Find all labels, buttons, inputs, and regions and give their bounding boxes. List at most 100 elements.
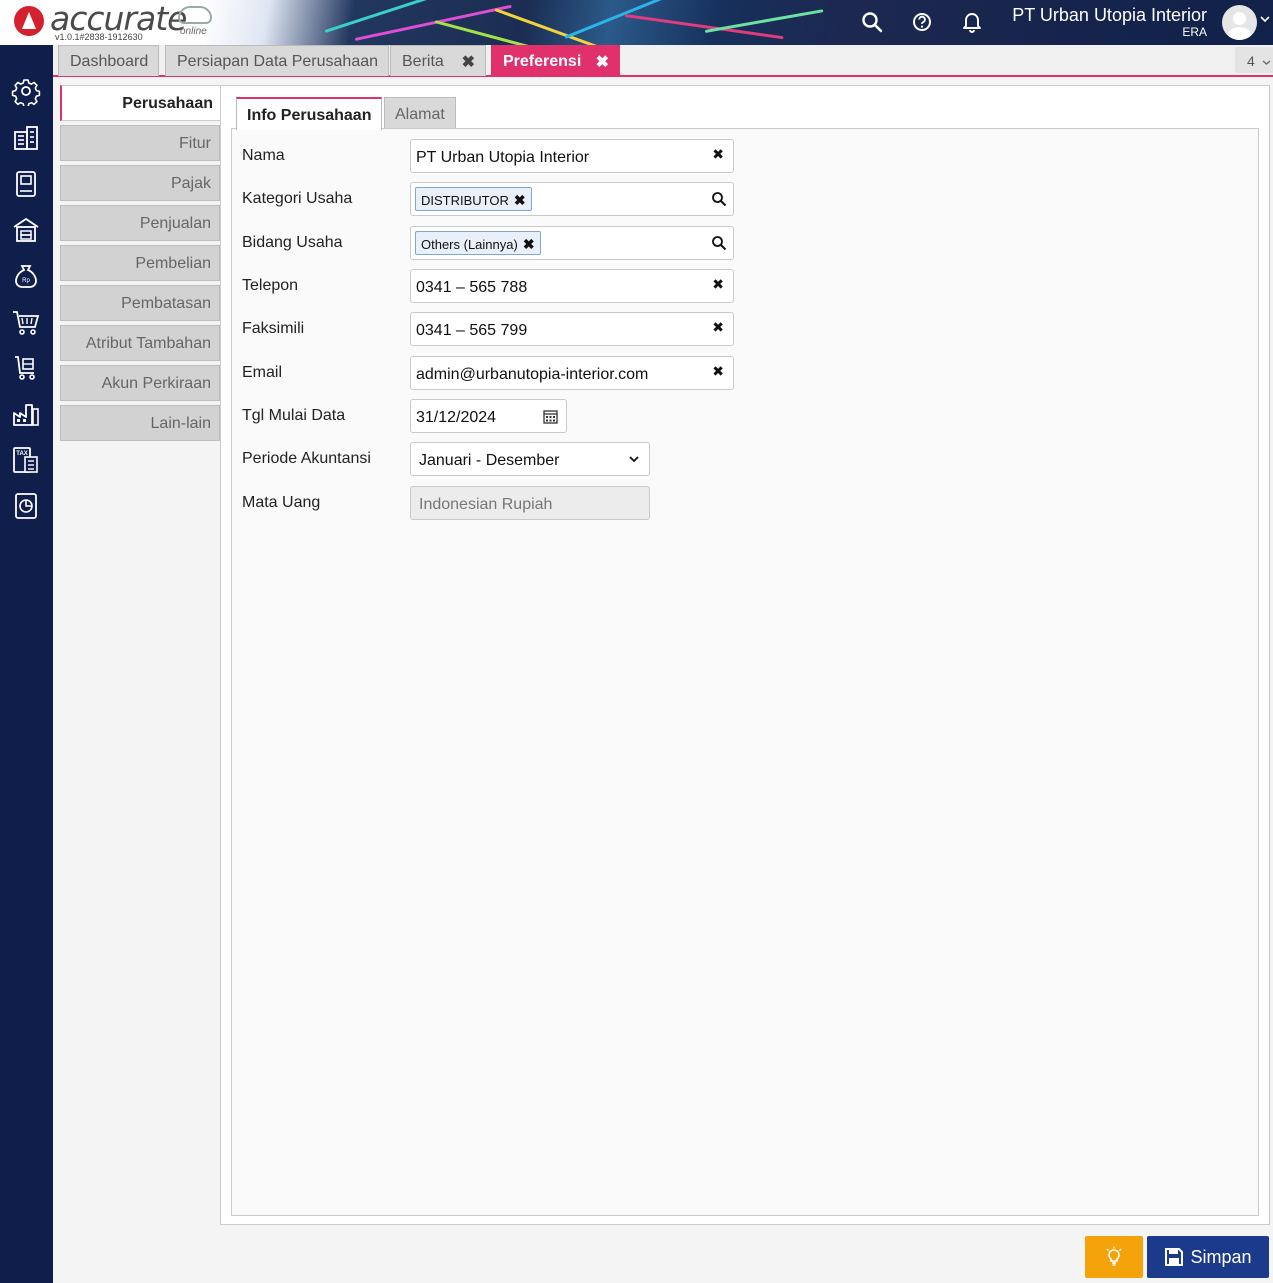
search-icon[interactable] [711,235,727,251]
avatar[interactable] [1222,5,1257,40]
cloud-icon [178,6,212,24]
remove-chip-icon[interactable]: ✖ [523,236,535,252]
start-date-field[interactable] [410,399,567,433]
name-field[interactable]: ✖ [410,139,734,173]
nav-item-pembatasan[interactable]: Pembatasan [60,285,220,321]
gear-icon[interactable] [11,76,41,108]
search-icon[interactable] [859,9,885,35]
close-icon[interactable]: ✖ [596,52,609,72]
close-icon[interactable]: ✖ [462,52,475,72]
nav-label: Penjualan [139,215,211,232]
business-field-field[interactable]: Others (Lainnya) ✖ [410,226,734,260]
nav-item-atribut-tambahan[interactable]: Atribut Tambahan [60,325,220,361]
currency-value: Indonesian Rupiah [419,496,553,513]
svg-text:TAX: TAX [16,451,28,457]
bell-icon[interactable] [959,9,985,35]
business-field-chip: Others (Lainnya) ✖ [415,231,541,255]
remove-chip-icon[interactable]: ✖ [514,192,526,208]
book-icon[interactable] [11,169,41,199]
clear-icon[interactable]: ✖ [712,320,724,336]
phone-input[interactable] [416,279,696,297]
nav-item-perusahaan[interactable]: Perusahaan [60,85,221,121]
money-bag-icon[interactable]: Rp [11,261,41,291]
warehouse-icon[interactable] [11,215,41,245]
currency-field: Indonesian Rupiah [410,486,650,520]
start-date-input[interactable] [416,409,536,427]
name-input[interactable] [416,149,696,167]
company-info-form: Nama ✖ Kategori Usaha DISTRIBUTOR ✖ Bidan… [231,128,1259,1216]
clear-icon[interactable]: ✖ [712,277,724,293]
lightbulb-icon [1106,1246,1122,1266]
sidebar: Rp TAX [0,45,53,1283]
nav-item-penjualan[interactable]: Penjualan [60,205,220,241]
cart-box-icon[interactable] [11,353,41,383]
period-select[interactable]: Januari - Desember [410,442,650,476]
search-icon[interactable] [711,191,727,207]
calendar-icon[interactable] [543,409,558,424]
svg-text:Rp: Rp [22,278,30,284]
logo-subtext: online [180,26,207,37]
nav-label: Atribut Tambahan [85,335,211,352]
nav-item-lain-lain[interactable]: Lain-lain [60,405,220,441]
tab-overflow-menu[interactable]: 4 [1235,47,1273,73]
tab-info-perusahaan[interactable]: Info Perusahaan [236,97,383,130]
clear-icon[interactable]: ✖ [712,147,724,163]
category-label: Kategori Usaha [242,190,353,207]
save-button[interactable]: Simpan [1147,1236,1269,1278]
chevron-down-icon [629,456,639,463]
period-label: Periode Akuntansi [242,450,371,467]
nav-label: Perusahaan [122,95,213,112]
nav-label: Fitur [179,135,211,152]
tab-label: Preferensi [503,53,582,70]
period-value: Januari - Desember [419,452,560,469]
preferences-panel: Info Perusahaan Alamat Nama ✖ Kategori U… [220,85,1270,1225]
nav-item-akun-perkiraan[interactable]: Akun Perkiraan [60,365,220,401]
main-content: Perusahaan Fitur Pajak Penjualan Pembeli… [53,77,1273,1283]
tab-persiapan-data[interactable]: Persiapan Data Perusahaan [165,45,390,76]
help-icon[interactable] [909,9,935,35]
logo[interactable]: accurate online v1.0.1#2838-1912630 [0,0,240,45]
category-chip: DISTRIBUTOR ✖ [415,187,532,211]
chip-label: DISTRIBUTOR [421,193,509,208]
start-date-label: Tgl Mulai Data [242,407,346,424]
logo-mark-icon [14,6,44,36]
fax-input[interactable] [416,322,696,340]
phone-field[interactable]: ✖ [410,269,734,303]
tab-label: Alamat [395,106,445,123]
tax-icon[interactable]: TAX [11,445,41,475]
email-field[interactable]: ✖ [410,356,734,390]
nav-label: Pajak [170,175,211,192]
tab-alamat[interactable]: Alamat [384,97,456,129]
nav-label: Pembelian [135,255,211,272]
clear-icon[interactable]: ✖ [712,364,724,380]
factory-icon[interactable] [11,399,41,429]
cart-icon[interactable] [11,307,41,337]
chevron-down-icon [1262,60,1271,65]
tab-count-label: 4 [1247,53,1255,69]
nav-item-pembelian[interactable]: Pembelian [60,245,220,281]
nav-label: Lain-lain [150,415,211,432]
nav-item-fitur[interactable]: Fitur [60,125,220,161]
tab-berita[interactable]: Berita ✖ [390,45,486,76]
version-label: v1.0.1#2838-1912630 [55,32,143,42]
phone-label: Telepon [242,277,299,294]
chevron-down-icon[interactable] [1260,14,1270,26]
hint-button[interactable] [1085,1236,1143,1278]
name-label: Nama [242,147,285,164]
tab-dashboard[interactable]: Dashboard [58,45,160,76]
report-icon[interactable] [11,491,41,521]
building-icon[interactable] [11,123,41,153]
email-input[interactable] [416,366,696,384]
tab-label: Persiapan Data Perusahaan [177,53,379,70]
floppy-disk-icon [1165,1248,1184,1266]
tab-label: Info Perusahaan [247,107,372,124]
tab-label: Dashboard [70,53,149,70]
fax-field[interactable]: ✖ [410,312,734,346]
business-field-label: Bidang Usaha [242,234,343,251]
nav-item-pajak[interactable]: Pajak [60,165,220,201]
company-name[interactable]: PT Urban Utopia Interior [1012,5,1207,26]
nav-label: Akun Perkiraan [101,375,211,392]
tab-label: Berita [402,53,444,70]
tab-preferensi[interactable]: Preferensi ✖ [491,45,620,76]
category-field[interactable]: DISTRIBUTOR ✖ [410,182,734,216]
